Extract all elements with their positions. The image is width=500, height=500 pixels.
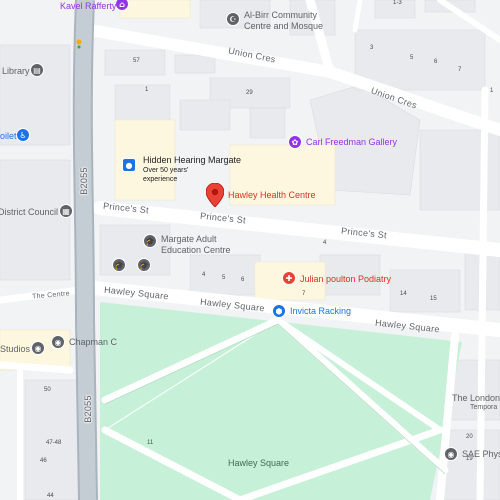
health-centre-marker-icon[interactable] [206, 183, 224, 207]
mosque-pin-icon[interactable]: ☪ [226, 12, 240, 26]
house-number: 46 [40, 458, 47, 464]
house-number: 29 [246, 90, 253, 96]
park-area [100, 302, 462, 500]
park-name-label: Hawley Square [228, 458, 290, 468]
house-number: 6 [241, 277, 245, 283]
library-label[interactable]: Library [2, 66, 30, 76]
house-number: 6 [434, 59, 438, 65]
toilet-pin-icon[interactable]: ♿ [16, 128, 30, 142]
margate-adult-label[interactable]: Margate Adult Education Centre [161, 234, 231, 256]
house-number: 7 [302, 291, 306, 297]
studios-pin-icon[interactable]: ◉ [31, 341, 45, 355]
carl-freedman-label[interactable]: Carl Freedman Gallery [306, 137, 397, 147]
house-number: 14 [400, 291, 407, 297]
kavel-rafferty-label[interactable]: Kavel Rafferty [60, 1, 116, 11]
house-number: 47-48 [46, 440, 62, 446]
house-number: 11 [147, 440, 154, 446]
invicta-racking-label[interactable]: Invicta Racking [290, 306, 351, 316]
house-number: 44 [47, 493, 54, 499]
kavel-building [119, 0, 191, 19]
house-number: 57 [133, 58, 140, 64]
hidden-hearing-label[interactable]: Hidden Hearing Margate [143, 155, 241, 165]
house-number: 5 [222, 275, 226, 281]
toilet-label[interactable]: oilet [0, 131, 17, 141]
district-council-label[interactable]: District Council [0, 207, 58, 217]
house-number: 15 [430, 296, 437, 302]
gallery-pin-icon[interactable]: ✿ [288, 135, 302, 149]
house-number: 1 [145, 87, 149, 93]
education-pin-icon[interactable]: 🎓 [143, 234, 157, 248]
studios-label[interactable]: Studios [0, 344, 30, 354]
library-pin-icon[interactable]: ▤ [30, 63, 44, 77]
sae-phys-label[interactable]: SAE Phys [462, 449, 500, 459]
julian-poulton-label[interactable]: Julian poulton Podiatry [300, 274, 391, 284]
house-number: 20 [466, 434, 473, 440]
chapman-label[interactable]: Chapman C [69, 337, 117, 347]
traffic-light-icon [76, 39, 82, 45]
chapman-pin-icon[interactable]: ◉ [51, 335, 65, 349]
podiatry-pin-icon[interactable]: ✚ [282, 271, 296, 285]
hawley-health-label[interactable]: Hawley Health Centre [228, 190, 316, 200]
the-london-sublabel: Tempora [470, 404, 498, 411]
education-pin-3-icon[interactable]: 🎓 [137, 258, 151, 272]
house-number: 50 [44, 387, 51, 393]
b2055-lower-label: B2055 [82, 395, 93, 423]
hidden-hearing-sublabel: Over 50 years' experience [143, 167, 189, 183]
house-number: 1-3 [393, 0, 402, 6]
b2055-upper-label: B2055 [78, 167, 89, 195]
hidden-hearing-pin-icon[interactable]: ● [122, 158, 136, 172]
house-number: 7 [458, 67, 462, 73]
house-number: 5 [410, 55, 414, 61]
shop-pin-icon[interactable]: ⬢ [272, 304, 286, 318]
education-pin-2-icon[interactable]: 🎓 [112, 258, 126, 272]
map-canvas[interactable]: Union Cres Union Cres B2055 B2055 Prince… [0, 0, 500, 500]
map-base-layer [0, 0, 500, 500]
the-london-label[interactable]: The London [452, 393, 500, 403]
al-birr-label[interactable]: Al-Birr Community Centre and Mosque [244, 10, 323, 32]
house-number: 4 [323, 240, 327, 246]
council-pin-icon[interactable]: ▦ [59, 204, 73, 218]
sae-pin-icon[interactable]: ◉ [444, 447, 458, 461]
house-number: 3 [370, 45, 374, 51]
house-number: 4 [202, 272, 206, 278]
house-number: 1 [490, 88, 494, 94]
